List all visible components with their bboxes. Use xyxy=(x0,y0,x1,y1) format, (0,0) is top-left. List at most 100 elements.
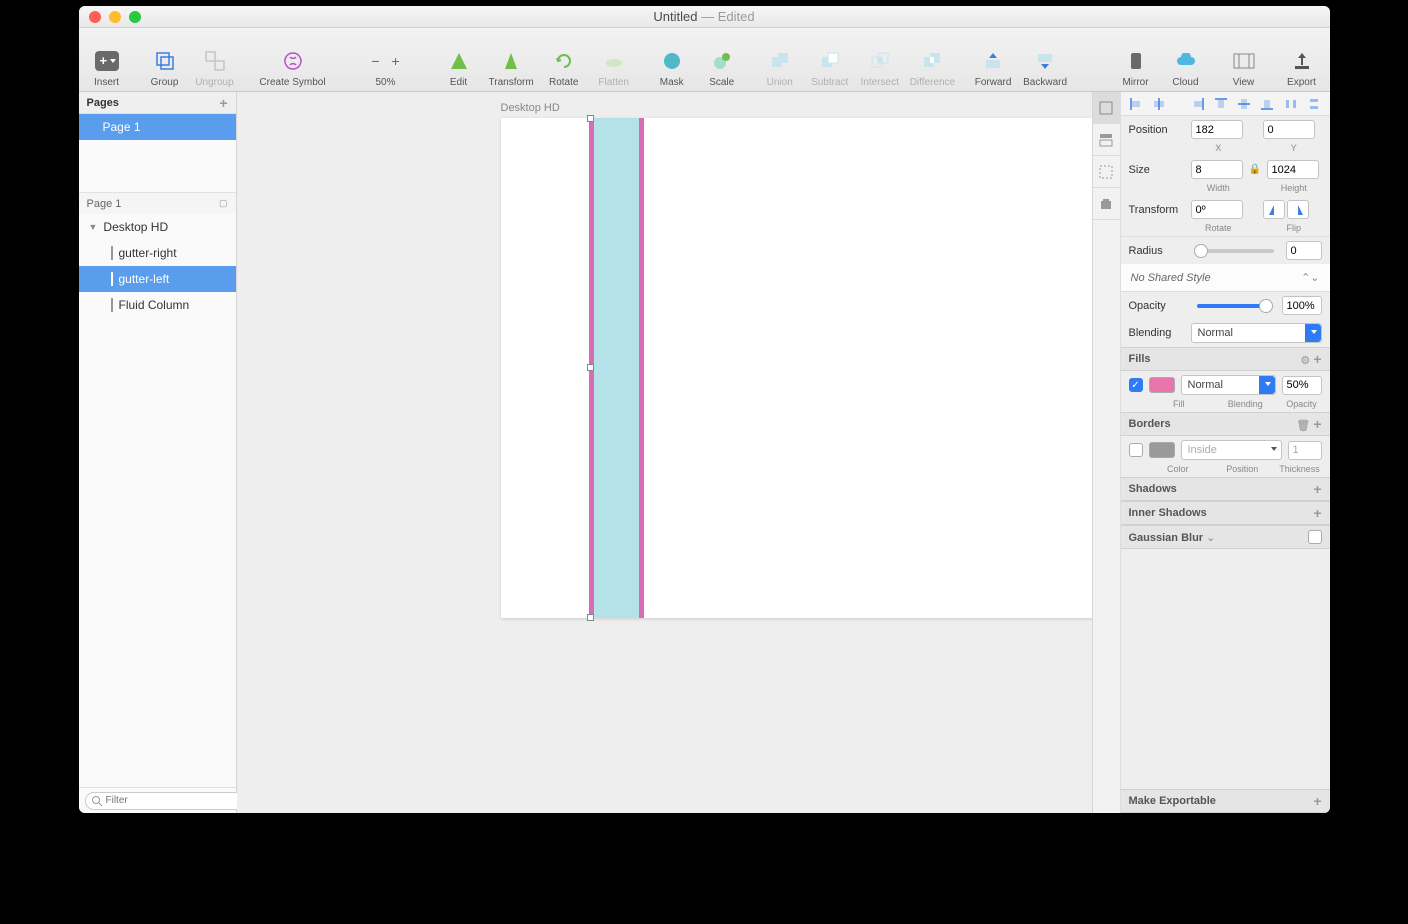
export-button[interactable]: Export xyxy=(1282,32,1322,88)
ungroup-icon xyxy=(203,49,227,73)
fill-enabled-checkbox[interactable]: ✓ xyxy=(1129,378,1143,392)
gutter-right-shape[interactable] xyxy=(639,118,644,618)
resize-handle-top[interactable] xyxy=(587,115,594,122)
inspector-tab-properties[interactable] xyxy=(1093,92,1120,124)
subtract-icon xyxy=(818,49,842,73)
artboard[interactable] xyxy=(501,118,1092,618)
window-title: Untitled — Edited xyxy=(79,9,1330,24)
align-left-icon[interactable] xyxy=(1129,97,1143,111)
inspector-tab-export[interactable] xyxy=(1093,188,1120,220)
lock-aspect-icon[interactable]: 🔒 xyxy=(1249,164,1261,175)
app-window: Untitled — Edited Insert Group Ungroup C… xyxy=(79,6,1330,813)
add-inner-shadow-button[interactable]: + xyxy=(1313,505,1321,521)
position-y-input[interactable] xyxy=(1263,120,1315,139)
rotate-input[interactable] xyxy=(1191,200,1243,219)
border-thickness-input[interactable] xyxy=(1288,441,1322,460)
artboard-label[interactable]: Desktop HD xyxy=(501,102,560,114)
transform-button[interactable]: Transform xyxy=(489,32,534,88)
fluid-column-shape[interactable] xyxy=(589,118,639,618)
add-page-button[interactable]: + xyxy=(219,95,227,111)
difference-button[interactable]: Difference xyxy=(910,32,955,88)
align-hcenter-icon[interactable] xyxy=(1152,97,1166,111)
borders-header: Borders 🗑 + xyxy=(1121,412,1330,436)
shared-style-select[interactable]: No Shared Style ⌃⌄ xyxy=(1121,264,1330,292)
distribute-v-icon[interactable] xyxy=(1307,97,1321,111)
blur-enabled-checkbox[interactable] xyxy=(1308,530,1322,544)
radius-slider[interactable] xyxy=(1197,249,1274,253)
document-title: Untitled xyxy=(653,9,697,24)
resize-handle-mid[interactable] xyxy=(587,364,594,371)
distribute-h-icon[interactable] xyxy=(1284,97,1298,111)
border-position-select[interactable]: Inside xyxy=(1181,440,1282,460)
page-row[interactable]: Page 1 xyxy=(79,114,236,140)
border-enabled-checkbox[interactable] xyxy=(1129,443,1143,457)
align-top-icon[interactable] xyxy=(1214,97,1228,111)
union-button[interactable]: Union xyxy=(760,32,800,88)
opacity-input[interactable] xyxy=(1282,296,1322,315)
blending-select[interactable]: Normal xyxy=(1191,323,1322,343)
sidebar-footer: ⧉ ✎ 0 xyxy=(79,787,236,813)
transform-label: Transform xyxy=(1129,204,1185,216)
backward-button[interactable]: Backward xyxy=(1023,32,1067,88)
position-x-input[interactable] xyxy=(1191,120,1243,139)
transform-icon xyxy=(499,49,523,73)
size-label: Size xyxy=(1129,164,1185,176)
cloud-button[interactable]: Cloud xyxy=(1166,32,1206,88)
inspector-tab-resize[interactable] xyxy=(1093,156,1120,188)
intersect-icon xyxy=(868,49,892,73)
filter-input[interactable] xyxy=(85,792,253,810)
subtract-button[interactable]: Subtract xyxy=(810,32,850,88)
cloud-icon xyxy=(1174,49,1198,73)
fill-opacity-input[interactable] xyxy=(1282,376,1322,395)
height-input[interactable] xyxy=(1267,160,1319,179)
view-button[interactable]: View xyxy=(1224,32,1264,88)
inspector-tab-layout[interactable] xyxy=(1093,124,1120,156)
intersect-button[interactable]: Intersect xyxy=(860,32,900,88)
align-right-icon[interactable] xyxy=(1191,97,1205,111)
border-color-swatch[interactable] xyxy=(1149,442,1175,458)
inspector: Position XY Size 🔒 WidthHeight Transform xyxy=(1092,92,1330,813)
fill-blend-select[interactable]: Normal xyxy=(1181,375,1276,395)
width-input[interactable] xyxy=(1191,160,1243,179)
mask-button[interactable]: Mask xyxy=(652,32,692,88)
group-button[interactable]: Group xyxy=(145,32,185,88)
flatten-button[interactable]: Flatten xyxy=(594,32,634,88)
collapse-icon[interactable]: ▢ xyxy=(219,198,228,209)
flip-horizontal-button[interactable] xyxy=(1263,200,1285,219)
radius-input[interactable] xyxy=(1286,241,1322,260)
fill-color-swatch[interactable] xyxy=(1149,377,1175,393)
layer-fluid-column[interactable]: Fluid Column xyxy=(79,292,236,318)
add-fill-button[interactable]: + xyxy=(1313,351,1321,367)
fills-settings-icon[interactable]: ⚙ xyxy=(1300,355,1310,367)
align-vcenter-icon[interactable] xyxy=(1237,97,1251,111)
add-shadow-button[interactable]: + xyxy=(1313,481,1321,497)
difference-icon xyxy=(920,49,944,73)
borders-trash-icon[interactable]: 🗑 xyxy=(1296,420,1310,432)
insert-button[interactable]: Insert xyxy=(87,32,127,88)
mirror-button[interactable]: Mirror xyxy=(1116,32,1156,88)
group-icon xyxy=(153,49,177,73)
layer-gutter-left[interactable]: gutter-left xyxy=(79,266,236,292)
rotate-button[interactable]: Rotate xyxy=(544,32,584,88)
edit-button[interactable]: Edit xyxy=(439,32,479,88)
opacity-slider[interactable] xyxy=(1197,304,1270,308)
rotate-icon xyxy=(552,49,576,73)
flip-vertical-button[interactable] xyxy=(1287,200,1309,219)
layer-artboard[interactable]: ▼Desktop HD xyxy=(79,214,236,240)
canvas[interactable]: Desktop HD xyxy=(237,92,1092,813)
align-bottom-icon[interactable] xyxy=(1260,97,1274,111)
add-export-button[interactable]: + xyxy=(1313,793,1321,809)
forward-button[interactable]: Forward xyxy=(973,32,1013,88)
add-border-button[interactable]: + xyxy=(1313,416,1321,432)
backward-icon xyxy=(1033,49,1057,73)
resize-handle-bottom[interactable] xyxy=(587,614,594,621)
scale-button[interactable]: Scale xyxy=(702,32,742,88)
create-symbol-button[interactable]: Create Symbol xyxy=(253,32,333,88)
flatten-icon xyxy=(602,49,626,73)
zoom-in-button[interactable]: + xyxy=(392,53,400,69)
make-exportable-header[interactable]: Make Exportable+ xyxy=(1121,789,1330,813)
zoom-out-button[interactable]: − xyxy=(371,53,379,69)
zoom-control[interactable]: − + 50% xyxy=(351,32,421,88)
ungroup-button[interactable]: Ungroup xyxy=(195,32,235,88)
layer-gutter-right[interactable]: gutter-right xyxy=(79,240,236,266)
